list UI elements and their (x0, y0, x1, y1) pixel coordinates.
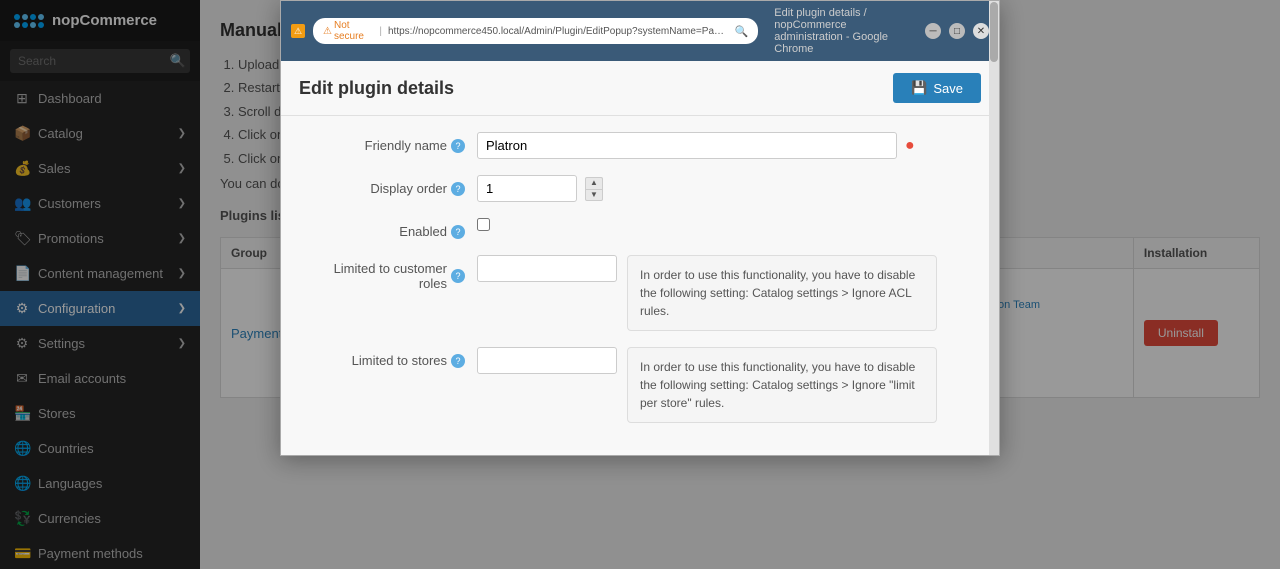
limited-customer-roles-label: Limited to customer roles ? (305, 255, 465, 291)
enabled-help-icon[interactable]: ? (451, 225, 465, 239)
enabled-label: Enabled ? (305, 218, 465, 239)
friendly-name-input[interactable] (477, 132, 897, 159)
display-order-control: ▲ ▼ (477, 175, 603, 202)
modal-controls: ─ □ ✕ (925, 23, 989, 39)
friendly-name-row: Friendly name ? ● (305, 132, 975, 159)
display-order-input[interactable] (477, 175, 577, 202)
modal-window: ⚠ ⚠ Not secure | https://nopcommerce450.… (280, 0, 1000, 456)
friendly-name-control: ● (477, 132, 915, 159)
modal-form: Friendly name ? ● Display order ? (281, 116, 999, 455)
spinner-up-button[interactable]: ▲ (585, 177, 603, 189)
limited-stores-control: In order to use this functionality, you … (477, 347, 937, 423)
limited-customer-roles-control: In order to use this functionality, you … (477, 255, 937, 331)
url-text: https://nopcommerce450.local/Admin/Plugi… (388, 26, 729, 37)
limited-stores-tooltip: In order to use this functionality, you … (627, 347, 937, 423)
modal-scrollbar[interactable] (989, 1, 999, 455)
modal-body: Edit plugin details 💾 Save Friendly name… (281, 61, 999, 455)
modal-chrome-title: Edit plugin details / nopCommerce admini… (774, 7, 917, 55)
modal-header-bar: Edit plugin details 💾 Save (281, 61, 999, 116)
spinner-down-button[interactable]: ▼ (585, 189, 603, 201)
required-indicator: ● (905, 137, 915, 155)
modal-favicon: ⚠ (291, 24, 305, 38)
maximize-button[interactable]: □ (949, 23, 965, 39)
limited-roles-help-icon[interactable]: ? (451, 269, 465, 283)
limited-customer-roles-input[interactable] (477, 255, 617, 282)
limited-stores-input[interactable] (477, 347, 617, 374)
limited-customer-roles-tooltip: In order to use this functionality, you … (627, 255, 937, 331)
minimize-button[interactable]: ─ (925, 23, 941, 39)
display-order-label: Display order ? (305, 175, 465, 196)
limited-stores-label: Limited to stores ? (305, 347, 465, 368)
warning-icon: ⚠ (323, 26, 332, 37)
modal-scrollbar-thumb (990, 2, 998, 62)
friendly-name-help-icon[interactable]: ? (451, 139, 465, 153)
friendly-name-label: Friendly name ? (305, 132, 465, 153)
modal-overlay: ⚠ ⚠ Not secure | https://nopcommerce450.… (0, 0, 1280, 569)
modal-title: Edit plugin details (299, 78, 454, 99)
not-secure-label: ⚠ Not secure (323, 20, 373, 42)
separator: | (379, 26, 382, 37)
save-icon: 💾 (911, 80, 927, 96)
close-button[interactable]: ✕ (973, 23, 989, 39)
search-page-icon: 🔍 (735, 25, 749, 38)
modal-titlebar: ⚠ ⚠ Not secure | https://nopcommerce450.… (281, 1, 999, 61)
limited-stores-help-icon[interactable]: ? (451, 354, 465, 368)
limited-customer-roles-row: Limited to customer roles ? In order to … (305, 255, 975, 331)
spinner-wrap: ▲ ▼ (585, 177, 603, 201)
enabled-control (477, 218, 490, 231)
display-order-help-icon[interactable]: ? (451, 182, 465, 196)
modal-url-bar: ⚠ Not secure | https://nopcommerce450.lo… (313, 18, 758, 44)
display-order-row: Display order ? ▲ ▼ (305, 175, 975, 202)
save-button[interactable]: 💾 Save (893, 73, 981, 103)
enabled-row: Enabled ? (305, 218, 975, 239)
limited-stores-row: Limited to stores ? In order to use this… (305, 347, 975, 423)
enabled-checkbox[interactable] (477, 218, 490, 231)
